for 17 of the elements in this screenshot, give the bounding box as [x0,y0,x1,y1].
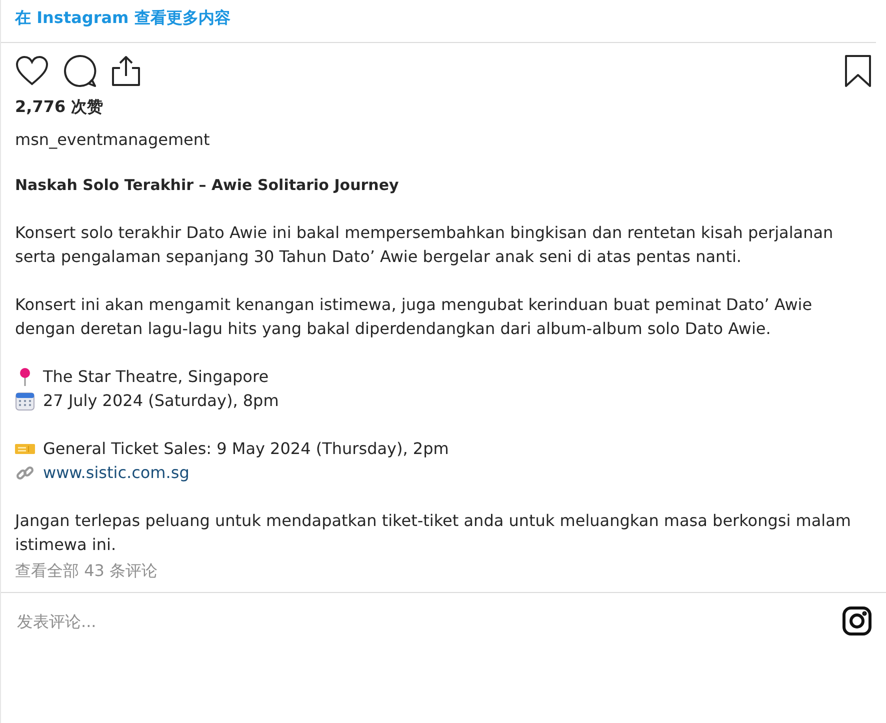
caption-paragraph: Konsert ini akan mengamit kenangan istimewa, juga mengubat kerinduan buat peminat Dato’ Awie dengan deretan lagu-lagu hits yang bakal diperdendangkan dari album-album solo Dato Awie. [15,294,814,340]
bookmark-icon[interactable] [844,54,872,88]
post-title: Naskah Solo Terakhir – Awie Solitario Journey [15,175,400,196]
detail-text: The Star Theatre, Singapore [43,366,269,388]
calendar-icon [15,391,35,411]
caption-paragraph: Konsert solo terakhir Dato Awie ini bakal mempersembahkan bingkisan dan rentetan kisah perjalanan serta pengalaman sepanjang 30 Tahun Dato’ Awie bergelar anak seni di atas pentas nanti. [15,222,834,268]
detail-text: General Ticket Sales: 9 May 2024 (Thursday), 2pm [43,438,449,460]
camera-icon[interactable] [842,606,872,636]
comment-field[interactable]: 发表评论... [15,610,842,632]
like-count: 2,776 次赞 [15,97,104,118]
comment-icon[interactable] [63,54,97,88]
heart-icon[interactable] [15,55,49,87]
caption-paragraph: Jangan terlepas peluang untuk mendapatkan tiket-tiket anda untuk meluangkan masa berkongsi malam istimewa ini. [15,510,852,556]
share-icon[interactable] [111,55,141,87]
username[interactable]: msn_eventmanagement [15,130,872,149]
website-link[interactable]: www.sistic.com.sg [43,461,190,485]
detail-text: 27 July 2024 (Saturday), 8pm [43,390,279,412]
